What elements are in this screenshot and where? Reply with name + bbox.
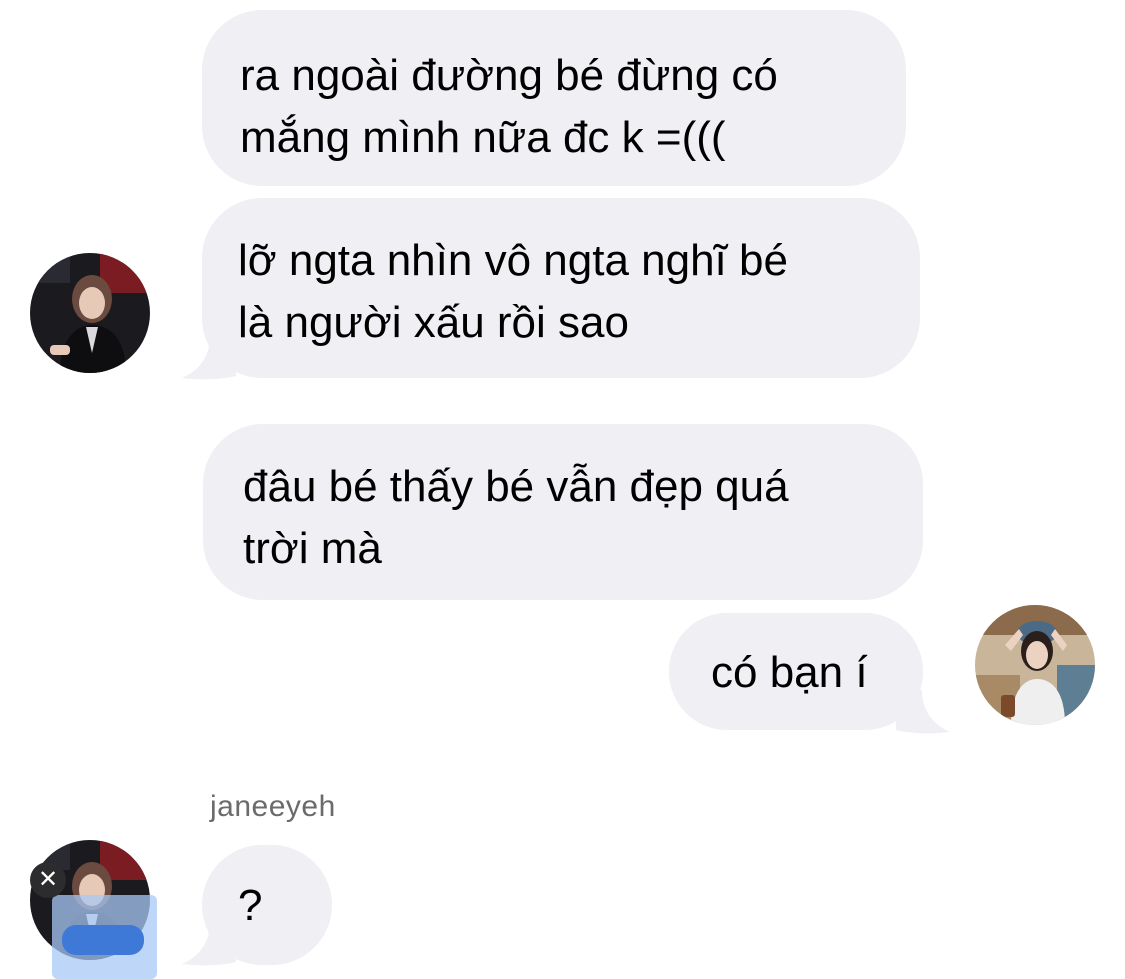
message-bubble[interactable]: ra ngoài đường bé đừng có mắng mình nữa … bbox=[202, 10, 906, 186]
contact-avatar[interactable] bbox=[30, 253, 150, 373]
selection-handle[interactable] bbox=[62, 925, 144, 955]
message-bubble[interactable]: lỡ ngta nhìn vô ngta nghĩ bé là người xấ… bbox=[202, 198, 920, 378]
close-icon[interactable]: ✕ bbox=[30, 862, 66, 898]
contact-avatar[interactable] bbox=[975, 605, 1095, 725]
chat-thread: ra ngoài đường bé đừng có mắng mình nữa … bbox=[0, 0, 1125, 979]
message-text: ra ngoài đường bé đừng có mắng mình nữa … bbox=[240, 51, 778, 162]
bubble-tail bbox=[182, 922, 236, 966]
message-text: lỡ ngta nhìn vô ngta nghĩ bé là người xấ… bbox=[238, 236, 788, 347]
message-text: ? bbox=[238, 881, 263, 930]
message-bubble[interactable]: đâu bé thấy bé vẫn đẹp quá trời mà bbox=[203, 424, 923, 600]
bubble-tail bbox=[896, 690, 950, 734]
message-text: đâu bé thấy bé vẫn đẹp quá trời mà bbox=[243, 462, 789, 573]
message-bubble[interactable]: có bạn í bbox=[669, 613, 923, 730]
sender-name-label: janeeyeh bbox=[210, 790, 336, 823]
message-text: có bạn í bbox=[711, 648, 868, 697]
bubble-tail bbox=[182, 336, 236, 380]
